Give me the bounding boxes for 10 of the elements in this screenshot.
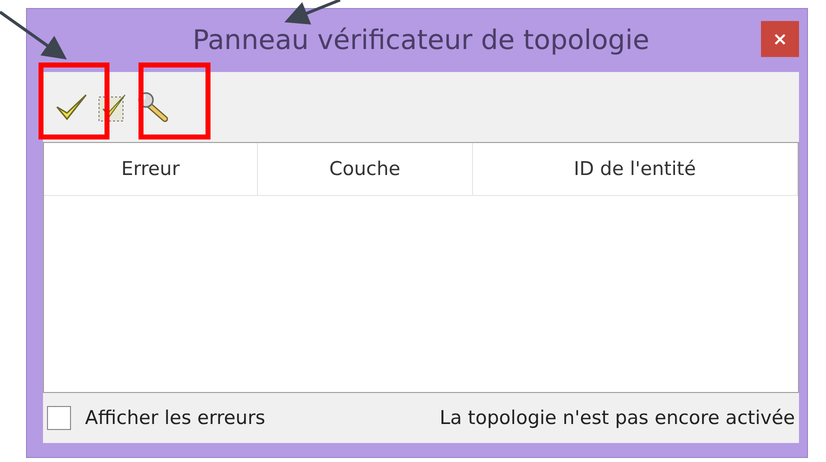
column-header[interactable]: Couche	[258, 143, 473, 195]
checkbox-label[interactable]: Afficher les erreurs	[85, 407, 266, 429]
column-header[interactable]: Erreur	[44, 143, 258, 195]
annotation-arrow	[0, 10, 67, 60]
column-header[interactable]: ID de l'entité	[472, 143, 798, 195]
checkbox[interactable]	[47, 406, 71, 430]
close-button[interactable]: ×	[761, 21, 799, 57]
status-text: La topologie n'est pas encore activée	[440, 407, 795, 429]
window-title: Panneau vérificateur de topologie	[192, 25, 650, 56]
annotation-arrow	[284, 0, 341, 24]
